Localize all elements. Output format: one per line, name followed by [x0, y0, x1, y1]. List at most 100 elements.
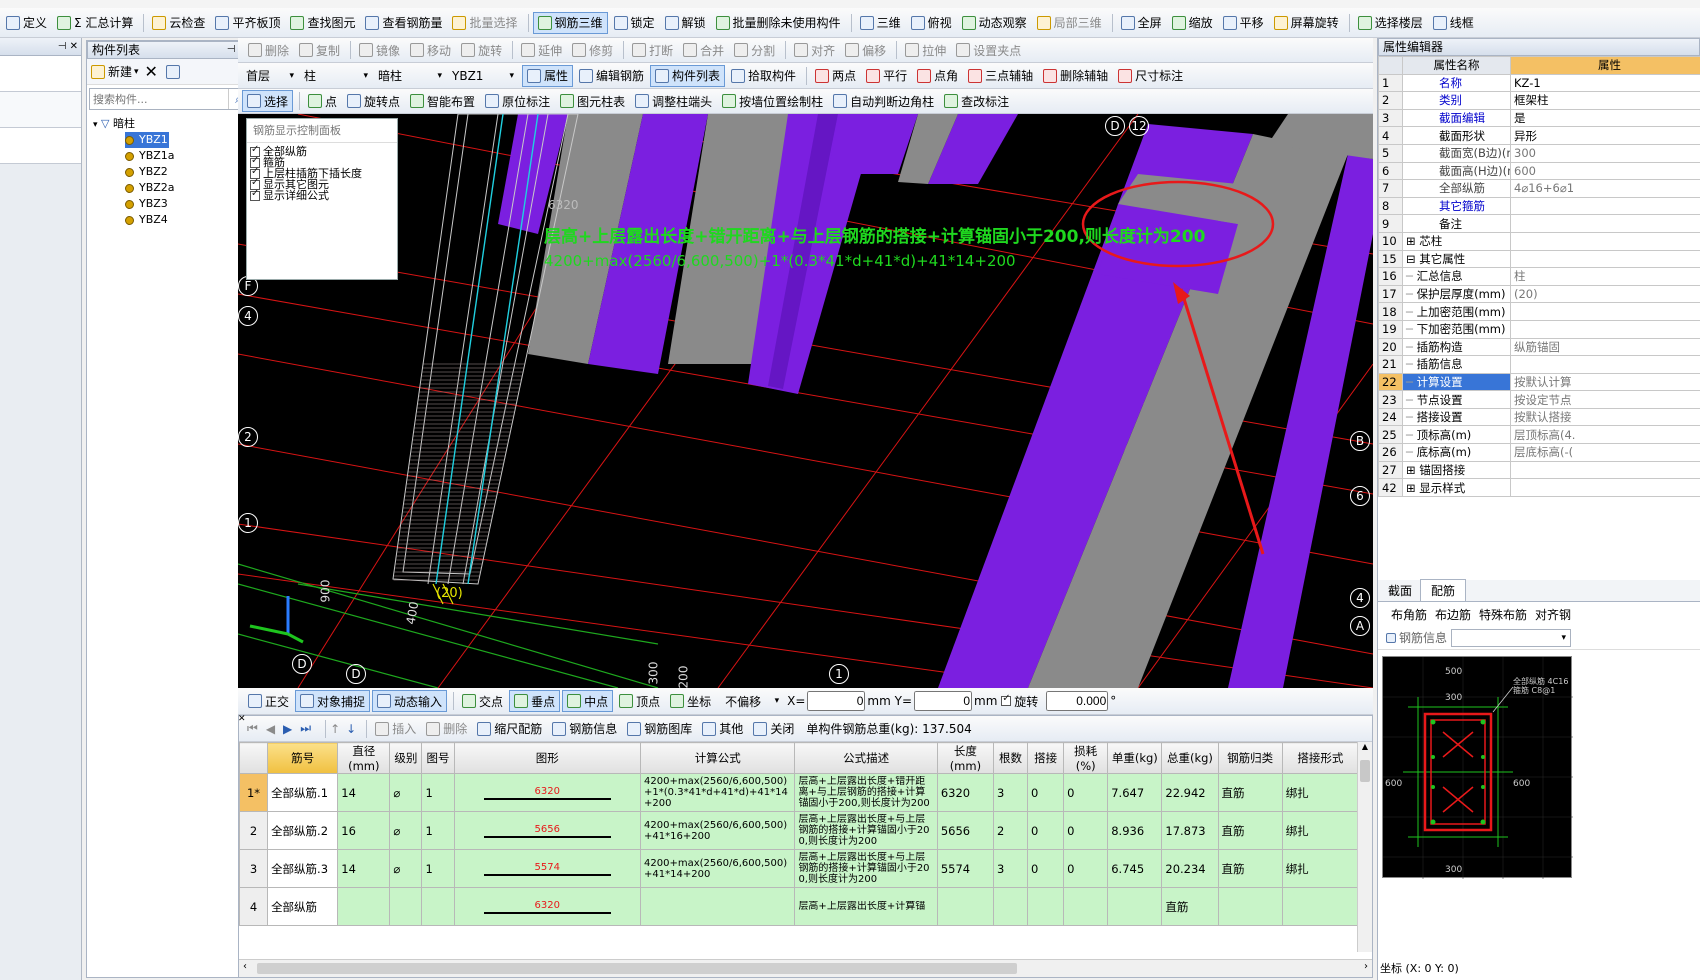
edit-tool-button[interactable]: 打断 [628, 39, 677, 61]
edit-tool-button[interactable]: 分割 [730, 39, 779, 61]
scroll-right-icon[interactable]: › [1364, 961, 1368, 972]
tree-item[interactable]: YBZ4 [125, 212, 251, 228]
property-value[interactable] [1510, 355, 1700, 374]
table-cell[interactable] [1063, 887, 1109, 926]
property-name[interactable]: ─ 保护层厚度(mm) [1402, 284, 1511, 304]
edit-tool-button[interactable]: 移动 [406, 39, 455, 61]
table-tool-button[interactable]: 钢筋信息 [548, 718, 621, 740]
layer-tool-button[interactable]: 平行 [862, 65, 911, 87]
table-cell[interactable]: ⌀ [389, 773, 423, 812]
move-down-icon[interactable]: ↓ [346, 722, 356, 736]
property-name[interactable]: 截面形状 [1402, 126, 1511, 145]
edit-tool-button[interactable]: 修剪 [568, 39, 617, 61]
new-button[interactable]: 新建 [108, 63, 132, 80]
property-row[interactable]: 25 ─ 顶标高(m) 层顶标高(4. [1378, 425, 1700, 445]
table-tool-button[interactable]: 钢筋图库 [623, 718, 696, 740]
property-value[interactable]: 按默认计算 [1510, 372, 1700, 392]
toolbar-button[interactable]: 全屏 [1117, 12, 1166, 34]
property-row[interactable]: 2 类别 框架柱 [1378, 91, 1700, 110]
table-cell[interactable]: 4 [239, 887, 269, 926]
prev-record-icon[interactable]: ◀ [266, 722, 275, 736]
grid-header[interactable]: 钢筋归类 [1217, 742, 1283, 774]
property-row[interactable]: 6 截面高(H边)(mm)600 [1378, 161, 1700, 181]
property-value[interactable]: 按默认搭接 [1510, 407, 1700, 427]
edit-tool-button[interactable]: 删除 [244, 39, 293, 61]
delete-icon[interactable]: ✕ [145, 62, 158, 81]
property-name[interactable]: 名称 [1402, 73, 1511, 93]
toolbar-button[interactable]: 查找图元 [286, 12, 359, 34]
table-cell[interactable] [640, 887, 796, 926]
table-cell[interactable] [337, 887, 391, 926]
scroll-left-icon[interactable]: ‹ [243, 961, 247, 972]
subtype-select[interactable]: 暗柱 ▾ [374, 66, 446, 86]
property-value[interactable]: 是 [1510, 108, 1700, 128]
table-cell[interactable]: 直筋 [1217, 773, 1283, 812]
property-row[interactable]: 9 备注 [1378, 214, 1700, 233]
draw-tool-button[interactable]: 选择 [242, 90, 294, 112]
draw-tool-button[interactable]: 智能布置 [406, 90, 479, 112]
floor-select[interactable]: 首层 ▾ [242, 66, 298, 86]
property-value[interactable]: 层顶标高(4. [1510, 425, 1700, 445]
property-value[interactable] [1510, 196, 1700, 216]
toolbar-button[interactable]: 钢筋三维 [532, 11, 608, 34]
horizontal-scrollbar[interactable]: ‹ › [239, 959, 1372, 977]
property-value[interactable] [1510, 478, 1700, 497]
toolbar-button[interactable]: 选择楼层 [1354, 12, 1427, 34]
draw-tool-button[interactable]: 自动判断边角柱 [829, 90, 938, 112]
table-cell[interactable]: 4200+max(2560/6,600,500)+41*14+200 [640, 849, 796, 888]
edit-tool-button[interactable]: 合并 [679, 39, 728, 61]
property-name[interactable]: ─ 下加密范围(mm) [1402, 319, 1511, 339]
table-tool-button[interactable]: 其他 [698, 718, 747, 740]
edit-tool-button[interactable]: 偏移 [841, 39, 890, 61]
copy-icon[interactable] [165, 64, 180, 79]
property-row[interactable]: 22 ─ 计算设置 按默认计算 [1378, 372, 1700, 392]
3d-viewport[interactable]: D 12 F 4 2 1 D D 1 B 6 4 A 层高+上层露出长度+错开距… [238, 114, 1373, 688]
table-cell[interactable] [1027, 887, 1065, 926]
table-cell[interactable]: 6320 [453, 887, 642, 926]
x-input[interactable] [807, 691, 866, 711]
table-cell[interactable]: 1 [421, 811, 455, 850]
tree-item[interactable]: YBZ2 [125, 164, 251, 180]
tree-root[interactable]: ▾ ▽ 暗柱 [93, 116, 251, 132]
table-cell[interactable] [1217, 887, 1283, 926]
property-row[interactable]: 23 ─ 节点设置 按设定节点 [1378, 390, 1700, 409]
edit-tool-button[interactable]: 拉伸 [901, 39, 950, 61]
grid-header[interactable]: 搭接形式 [1281, 742, 1360, 774]
property-row[interactable]: 24 ─ 搭接设置 按默认搭接 [1378, 407, 1700, 427]
edit-tool-button[interactable]: 设置夹点 [952, 39, 1025, 61]
expand-icon[interactable]: ⊞ [1406, 463, 1419, 477]
property-row[interactable]: 5 截面宽(B边)(mm)300 [1378, 143, 1700, 163]
scroll-thumb[interactable] [257, 963, 1017, 974]
first-record-icon[interactable]: ⏮ [247, 721, 258, 736]
toolbar-button[interactable]: 缩放 [1168, 12, 1217, 34]
table-cell[interactable]: 0 [1063, 773, 1109, 812]
toolbar-button[interactable]: 批量删除未使用构件 [712, 12, 845, 34]
toolbar-button[interactable]: 平齐板顶 [211, 12, 284, 34]
layer-tool-button[interactable]: 两点 [811, 65, 860, 87]
table-cell[interactable]: 层高+上层露出长度+与上层钢筋的搭接+计算锚固小于200,则长度计为200 [794, 811, 938, 850]
rebar-option[interactable]: 显示详细公式 [250, 188, 397, 201]
rebar-info-select[interactable]: ▾ [1451, 628, 1572, 647]
snap-button[interactable]: 中点 [562, 690, 614, 712]
table-cell[interactable]: 17.873 [1161, 811, 1219, 850]
property-value[interactable]: 纵筋锚固 [1510, 337, 1700, 357]
table-cell[interactable]: 6320 [453, 773, 642, 812]
table-cell[interactable]: 层高+上层露出长度+计算锚 [794, 887, 938, 926]
property-row[interactable]: 4 截面形状 异形 [1378, 126, 1700, 145]
property-value[interactable]: 柱 [1510, 267, 1700, 286]
property-value[interactable]: KZ-1 [1510, 73, 1700, 93]
property-value[interactable] [1510, 231, 1700, 251]
grid-header[interactable]: 长度(mm) [936, 742, 994, 774]
table-cell[interactable]: 7.647 [1107, 773, 1163, 812]
table-cell[interactable]: 直筋 [1217, 811, 1283, 850]
toolbar-button[interactable]: Σ 汇总计算 [53, 12, 137, 34]
component-select[interactable]: YBZ1 ▾ [448, 66, 518, 86]
rotate-input[interactable] [1046, 691, 1109, 711]
property-value[interactable]: 300 [1510, 143, 1700, 163]
property-row[interactable]: 17 ─ 保护层厚度(mm) (20) [1378, 284, 1700, 304]
table-cell[interactable]: 直筋 [1161, 887, 1219, 926]
draw-tool-button[interactable]: 调整柱端头 [631, 90, 716, 112]
table-tool-button[interactable]: 关闭 [749, 718, 798, 740]
table-cell[interactable]: 全部纵筋.1 [267, 773, 339, 812]
table-cell[interactable]: ⌀ [389, 811, 423, 850]
